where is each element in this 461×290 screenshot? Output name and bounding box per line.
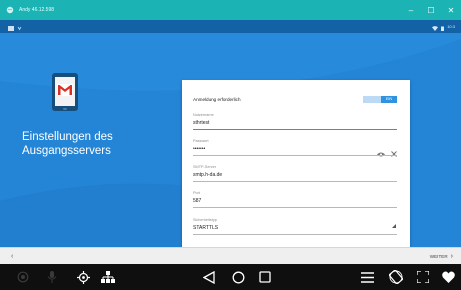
back-button[interactable]: ‹ [11,253,13,260]
status-time: 10:3 [447,24,455,29]
emulator-titlebar: Andy 46.12.598 – ☐ ✕ [0,0,461,20]
page-title: Einstellungen des Ausgangsservers [22,131,113,157]
menu-icon[interactable] [360,270,374,284]
location-target-icon[interactable] [76,270,90,284]
microphone-icon[interactable] [45,270,59,284]
next-button-label: WEITER [429,253,448,259]
clear-password-icon[interactable] [391,144,397,162]
minimize-button[interactable]: – [401,0,421,20]
android-logo-icon [6,6,14,14]
network-icon[interactable] [101,270,115,284]
port-field[interactable]: Port 587 [193,190,397,208]
chevron-right-icon: › [450,252,453,260]
android-recents-icon[interactable] [258,270,272,284]
security-type-value: STARTTLS [193,225,219,231]
password-value: ••••••• [193,146,206,152]
setup-screen: Einstellungen des Ausgangsservers Anmeld… [0,33,461,247]
device-illustration [52,73,78,111]
auth-toggle-state: EIN [381,95,397,103]
next-button[interactable]: WEITER › [430,253,453,260]
fullscreen-icon[interactable] [416,270,430,284]
auth-toggle[interactable]: EIN [363,95,397,103]
smtp-settings-card: Anmeldung erforderlich EIN Nutzername st… [182,80,410,247]
dropdown-arrow-icon [392,215,396,233]
username-value: sthrtest [193,120,210,126]
wizard-nav-bar: ‹ WEITER › [0,247,461,264]
port-value: 587 [193,198,202,204]
android-home-icon[interactable] [231,270,245,284]
camera-icon[interactable] [16,270,30,284]
gmail-icon [57,83,73,101]
password-field[interactable]: Passwort ••••••• [193,138,397,157]
rotate-screen-icon[interactable] [389,270,403,284]
security-type-select[interactable]: Sicherheitstyp STARTTLS [193,217,397,235]
window-title: Andy 46.12.598 [19,7,55,13]
android-back-icon[interactable] [202,270,216,284]
android-statusbar: 10:3 [0,20,461,33]
auth-row: Anmeldung erforderlich EIN [193,94,397,104]
auth-required-label: Anmeldung erforderlich [193,96,241,102]
emulator-system-bar [0,264,461,290]
username-field[interactable]: Nutzername sthrtest [193,112,397,130]
show-password-icon[interactable] [377,144,385,162]
smtp-server-value: smtp.h-da.de [193,172,223,178]
favorite-heart-icon[interactable] [441,270,455,284]
smtp-server-field[interactable]: SMTP-Server smtp.h-da.de [193,164,397,182]
